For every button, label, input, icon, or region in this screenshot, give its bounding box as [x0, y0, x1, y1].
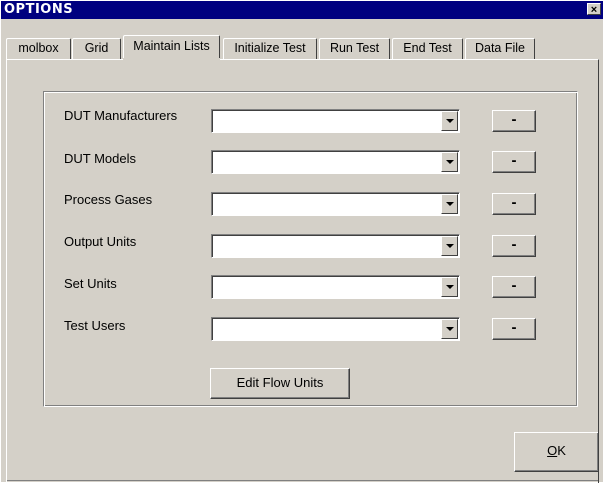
window-title: OPTIONS: [4, 2, 74, 17]
close-button[interactable]: ×: [587, 3, 601, 16]
tab-initialize-test[interactable]: Initialize Test: [223, 38, 317, 59]
options-dialog: OPTIONS × molbox Grid Maintain Lists Ini…: [0, 0, 603, 483]
tab-grid[interactable]: Grid: [72, 38, 121, 59]
tab-label: Grid: [84, 41, 109, 55]
tab-label: End Test: [403, 41, 452, 55]
tab-label: molbox: [18, 41, 59, 55]
tab-label: Run Test: [329, 41, 380, 55]
title-bar[interactable]: OPTIONS ×: [1, 1, 603, 19]
active-tab-join: [123, 58, 220, 60]
tab-maintain-lists[interactable]: Maintain Lists: [123, 35, 220, 59]
maintain-lists-panel: [6, 59, 599, 483]
tab-label: Maintain Lists: [133, 39, 210, 53]
tab-end-test[interactable]: End Test: [392, 38, 463, 59]
tab-molbox[interactable]: molbox: [6, 38, 71, 59]
tab-label: Data File: [474, 41, 526, 55]
tab-label: Initialize Test: [234, 41, 306, 55]
close-icon: ×: [590, 4, 598, 16]
tab-data-file[interactable]: Data File: [465, 38, 535, 59]
tab-run-test[interactable]: Run Test: [319, 38, 390, 59]
